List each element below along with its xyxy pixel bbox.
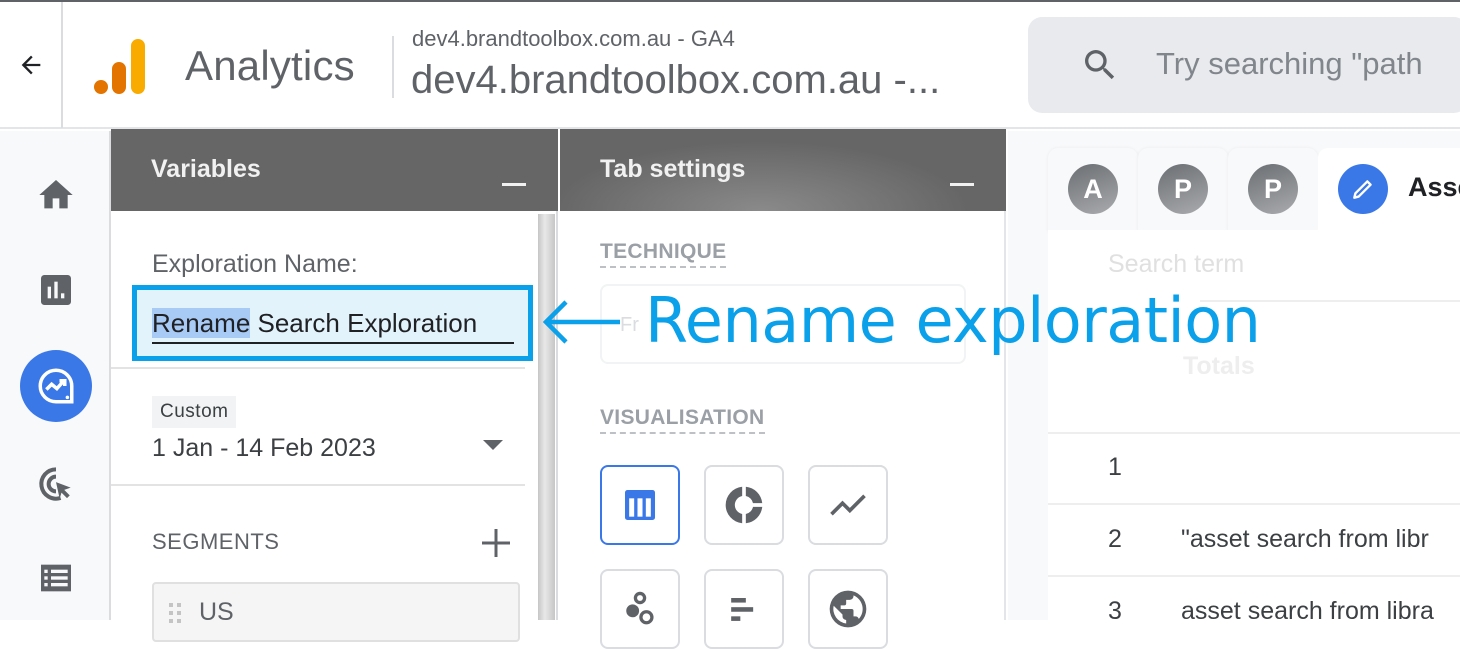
- top-app-bar: Analytics dev4.brandtoolbox.com.au - GA4…: [0, 2, 1460, 129]
- annotation-label: Rename exploration: [645, 284, 1261, 357]
- minimize-variables-button[interactable]: [502, 183, 526, 186]
- globe-icon: [829, 590, 867, 628]
- add-segment-icon[interactable]: [480, 527, 512, 559]
- bar-chart-horizontal-icon: [731, 598, 754, 621]
- divider: [1048, 575, 1460, 577]
- date-preset-chip: Custom: [152, 396, 237, 428]
- scatter-plot-icon: [626, 591, 654, 625]
- analytics-logo-icon: [94, 39, 145, 94]
- arrow-back-icon: [21, 55, 40, 75]
- column-header-search-term[interactable]: Search term: [1108, 250, 1244, 279]
- dropdown-caret-icon[interactable]: [483, 440, 503, 450]
- tab-settings-title: Tab settings: [600, 155, 746, 183]
- line-chart-icon: [830, 494, 866, 516]
- visualisation-label[interactable]: VISUALISATION: [600, 406, 765, 434]
- nav-configure[interactable]: [20, 542, 92, 614]
- tab-active[interactable]: Asse: [1318, 148, 1460, 232]
- donut-chart-icon: [725, 486, 763, 524]
- list-icon: [41, 564, 71, 592]
- viz-scatter-button[interactable]: [600, 569, 680, 649]
- tab-settings-panel-header: Tab settings: [560, 129, 1006, 211]
- table-icon: [625, 490, 655, 520]
- row-search-term[interactable]: asset search from libra: [1181, 597, 1434, 626]
- variables-scrollbar[interactable]: [538, 214, 555, 620]
- segment-label: US: [199, 598, 234, 626]
- back-button[interactable]: [0, 2, 63, 128]
- account-property-subtitle[interactable]: dev4.brandtoolbox.com.au - GA4: [412, 26, 735, 52]
- exploration-name-input[interactable]: Rename Search Exploration: [152, 306, 514, 344]
- row-number: 2: [1108, 525, 1122, 553]
- tab-p-1[interactable]: P: [1138, 148, 1228, 232]
- tab-avatar: P: [1158, 164, 1208, 214]
- home-icon: [39, 180, 73, 209]
- bar-chart-icon: [41, 275, 71, 305]
- divider: [1048, 432, 1460, 434]
- row-search-term[interactable]: "asset search from libr: [1181, 525, 1429, 554]
- app-name: Analytics: [185, 42, 355, 89]
- nav-home[interactable]: [20, 159, 92, 231]
- header-divider: [392, 36, 394, 98]
- divider: [111, 367, 525, 369]
- tab-label: Asse: [1408, 172, 1460, 202]
- account-property-picker[interactable]: dev4.brandtoolbox.com.au -...: [411, 58, 940, 103]
- divider: [111, 484, 525, 486]
- selected-text: Rename: [152, 308, 251, 338]
- row-number: 1: [1108, 453, 1122, 481]
- viz-line-button[interactable]: [808, 465, 888, 545]
- technique-label[interactable]: TECHNIQUE: [600, 240, 727, 268]
- divider: [1048, 503, 1460, 505]
- tab-avatar: A: [1068, 164, 1118, 214]
- search-icon: [1085, 50, 1115, 80]
- viz-donut-button[interactable]: [704, 465, 784, 545]
- date-range-picker[interactable]: 1 Jan - 14 Feb 2023: [152, 434, 376, 463]
- tab-avatar: P: [1248, 164, 1298, 214]
- nav-advertising[interactable]: [20, 448, 92, 520]
- drag-handle-icon[interactable]: [168, 602, 184, 626]
- row-number: 3: [1108, 597, 1122, 625]
- pencil-icon: [1338, 164, 1388, 214]
- segment-chip[interactable]: US: [152, 582, 520, 642]
- nav-explore[interactable]: [20, 350, 92, 422]
- minimize-tab-settings-button[interactable]: [950, 183, 974, 186]
- exploration-name-label: Exploration Name:: [152, 250, 358, 278]
- viz-geo-button[interactable]: [808, 569, 888, 649]
- variables-panel-header: Variables: [111, 129, 558, 211]
- variables-title: Variables: [151, 155, 261, 183]
- technique-value: Fr: [620, 314, 639, 336]
- left-navigation: [0, 131, 111, 620]
- viz-table-button[interactable]: [600, 465, 680, 545]
- target-cursor-icon: [39, 467, 71, 501]
- segments-label: SEGMENTS: [152, 529, 280, 554]
- tab-p-2[interactable]: P: [1228, 148, 1318, 232]
- nav-reports[interactable]: [20, 254, 92, 326]
- unselected-text: Search Exploration: [250, 308, 478, 338]
- search-input[interactable]: Try searching "path: [1156, 46, 1423, 82]
- search-bar[interactable]: Try searching "path: [1028, 17, 1460, 113]
- annotation-arrow-icon: [542, 300, 620, 344]
- tab-a[interactable]: A: [1048, 148, 1138, 232]
- viz-bar-button[interactable]: [704, 569, 784, 649]
- explore-icon: [38, 368, 74, 404]
